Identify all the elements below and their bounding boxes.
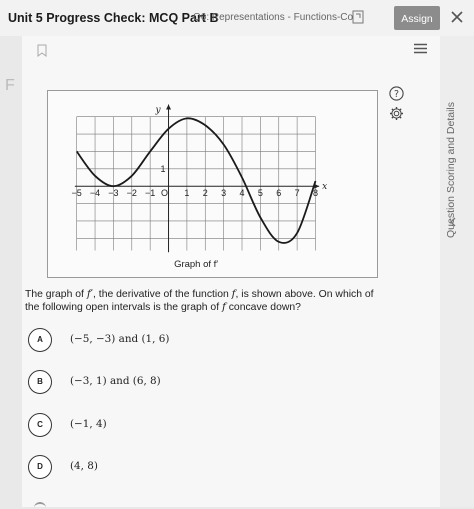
choice-b[interactable]: B (−3, 1) and (6, 8) (28, 370, 328, 394)
f-prime-curve (75, 117, 317, 244)
choice-c[interactable]: C (−1, 4) (28, 413, 328, 437)
expand-icon[interactable] (352, 10, 364, 24)
choice-d-bubble[interactable]: D (28, 455, 52, 479)
x-tick-label: 8 (313, 188, 318, 198)
question-scoring-tab[interactable]: Question Scoring and Details (440, 36, 474, 507)
choice-a-bubble[interactable]: A (28, 328, 52, 352)
graph-grid (76, 116, 316, 251)
question-text: The graph of f′, the derivative of the f… (25, 288, 385, 314)
assignment-header: Unit 5 Progress Check: MCQ Part B Q6: Re… (0, 0, 474, 36)
help-icon[interactable]: ? (389, 86, 404, 101)
graph-caption: Graph of f′ (174, 259, 218, 270)
choice-d-text: (4, 8) (70, 460, 98, 472)
bookmark-icon[interactable] (37, 44, 47, 57)
x-tick-label: 6 (276, 188, 281, 198)
x-tick-label: O (161, 188, 168, 198)
y-axis-label: y (155, 105, 162, 115)
scroll-indicator (34, 502, 46, 509)
question-scoring-label: Question Scoring and Details (445, 102, 457, 238)
x-tick-label: −1 (145, 188, 155, 198)
graph-figure: −5 −4 −3 −2 −1 O 1 2 3 4 5 6 7 8 1 y x Graph of f′ (47, 90, 378, 278)
x-axis-label: x (322, 182, 327, 192)
y-tick-label: 1 (161, 164, 166, 174)
x-tick-label: 7 (295, 188, 300, 198)
svg-text:?: ? (394, 89, 399, 100)
x-tick-label: 4 (239, 188, 244, 198)
x-tick-label: 5 (258, 188, 263, 198)
question-subtitle: Q6: Representations - Functions-Concavit… (193, 12, 353, 23)
y-axis-arrow (166, 104, 172, 110)
x-tick-label: −4 (90, 188, 100, 198)
question-text-part: , the derivative of the function (93, 289, 232, 300)
question-text-part: The graph of (25, 289, 87, 300)
gear-icon[interactable] (389, 106, 404, 121)
x-tick-label: 3 (221, 188, 226, 198)
background-letter: F (5, 77, 15, 94)
x-tick-label: 2 (203, 188, 208, 198)
assignment-title: Unit 5 Progress Check: MCQ Part B (8, 11, 219, 25)
x-tick-label: −2 (127, 188, 137, 198)
x-tick-label: −3 (108, 188, 118, 198)
choice-c-text: (−1, 4) (70, 418, 107, 430)
graph-axes (74, 104, 320, 253)
question-text-part: concave down? (225, 302, 301, 313)
choice-b-bubble[interactable]: B (28, 370, 52, 394)
x-tick-label: −5 (72, 188, 82, 198)
choice-a-text: (−5, −3) and (1, 6) (70, 333, 170, 345)
choice-d[interactable]: D (4, 8) (28, 455, 328, 479)
assign-button[interactable]: Assign (394, 6, 440, 30)
graph-curve (75, 117, 317, 244)
close-icon[interactable] (450, 10, 464, 24)
derivative-graph: −5 −4 −3 −2 −1 O 1 2 3 4 5 6 7 8 1 y x Graph of f′ (72, 104, 327, 270)
choice-c-bubble[interactable]: C (28, 413, 52, 437)
choice-a[interactable]: A (−5, −3) and (1, 6) (28, 328, 328, 352)
x-tick-label: 1 (184, 188, 189, 198)
menu-icon[interactable] (414, 43, 427, 54)
choice-b-text: (−3, 1) and (6, 8) (70, 375, 161, 387)
chevron-left-icon (450, 217, 456, 227)
